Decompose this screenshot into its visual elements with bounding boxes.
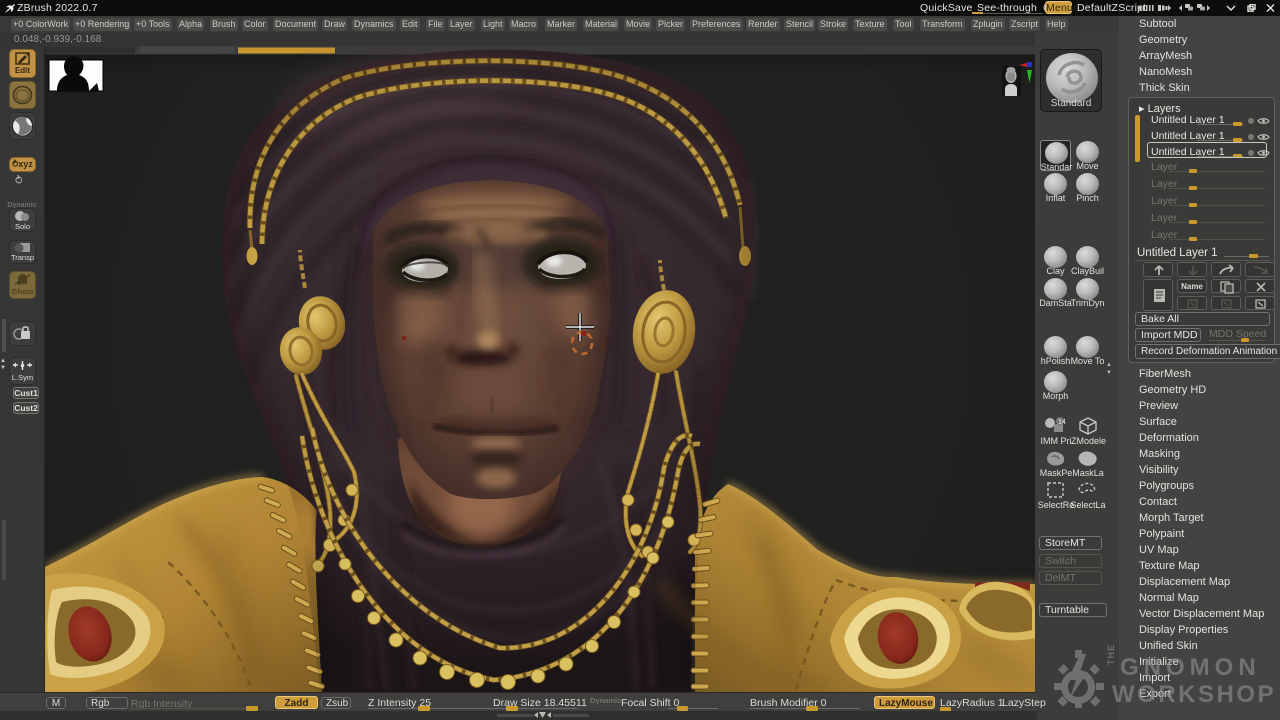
svg-text:GNOMON: GNOMON [1120, 654, 1261, 681]
svg-text:WORKSHOP: WORKSHOP [1112, 681, 1276, 708]
svg-text:THE: THE [1106, 644, 1116, 665]
svg-text:14: 14 [1058, 419, 1066, 426]
